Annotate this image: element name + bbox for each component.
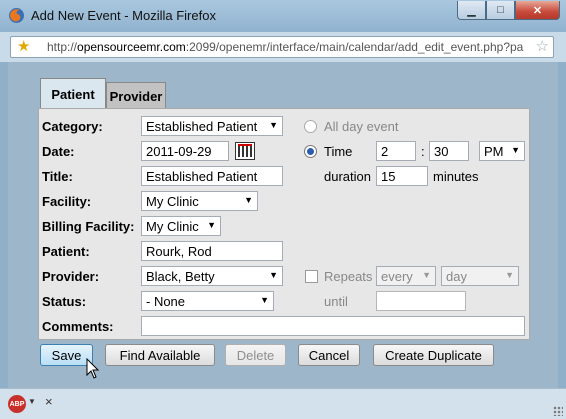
status-value: - None [146,294,186,309]
chevron-down-icon: ▼ [422,270,431,280]
all-day-label: All day event [324,119,399,134]
until-label: until [324,294,348,309]
provider-select[interactable]: Black, Betty ▼ [141,266,283,286]
duration-label: duration [324,169,371,184]
chevron-down-icon: ▼ [260,295,269,305]
duration-input[interactable]: 15 [376,166,428,186]
title-label: Title: [42,169,73,184]
bookmark-star-icon[interactable]: ☆ [536,38,549,56]
time-radio[interactable] [304,145,317,158]
status-select[interactable]: - None ▼ [141,291,274,311]
minutes-label: minutes [433,169,479,184]
window-title: Add New Event - Mozilla Firefox [31,8,216,23]
repeat-unit-value: day [446,269,467,284]
delete-button[interactable]: Delete [225,344,286,366]
minimize-button[interactable]: ▁ [457,1,486,20]
close-button[interactable]: ✕ [515,1,560,20]
maximize-icon: □ [497,4,504,16]
status-bar: ABP ▼ × [0,388,566,419]
adblock-icon[interactable]: ABP [8,395,26,413]
comments-input[interactable] [141,316,525,336]
chevron-down-icon: ▼ [244,195,253,205]
title-input[interactable]: Established Patient [141,166,283,186]
patient-input[interactable]: Rourk, Rod [141,241,283,261]
chevron-down-icon: ▼ [207,220,216,230]
provider-value: Black, Betty [146,269,215,284]
until-input[interactable] [376,291,466,311]
time-label: Time [324,144,353,159]
window-titlebar: Add New Event - Mozilla Firefox ▁ □ ✕ [0,0,566,33]
time-separator: : [421,144,425,159]
minimize-icon: ▁ [467,4,476,17]
ampm-select[interactable]: PM ▼ [479,141,525,161]
facility-label: Facility: [42,194,92,209]
url-prefix: http:// [47,40,78,54]
maximize-button[interactable]: □ [486,1,515,20]
status-label: Status: [42,294,87,309]
mouse-cursor-icon [86,358,100,379]
chevron-down-icon: ▼ [269,270,278,280]
repeat-every-value: every [381,269,413,284]
date-label: Date: [42,144,75,159]
repeat-every-select[interactable]: every ▼ [376,266,436,286]
url-host: opensourceemr.com [77,40,186,54]
cancel-button[interactable]: Cancel [298,344,360,366]
patient-label: Patient: [42,244,90,259]
hour-input[interactable]: 2 [376,141,416,161]
site-identity-icon[interactable]: ★ [17,38,30,56]
address-row: ★ http://opensourceemr.com:2099/openemr/… [0,32,566,62]
window-controls: ▁ □ ✕ [457,1,560,20]
billing-facility-label: Billing Facility: [42,219,135,234]
category-select[interactable]: Established Patient ▼ [141,116,283,136]
billing-facility-select[interactable]: My Clinic ▼ [141,216,221,236]
dialog-content: Patient Provider Category: Date: Title: … [8,62,558,388]
provider-label: Provider: [42,269,100,284]
chevron-down-icon[interactable]: ▼ [28,397,36,406]
chevron-down-icon: ▼ [511,145,520,155]
tab-provider[interactable]: Provider [106,82,166,109]
tab-patient[interactable]: Patient [40,78,106,109]
date-input[interactable]: 2011-09-29 [141,141,229,161]
close-icon: ✕ [532,4,543,17]
address-bar[interactable]: ★ http://opensourceemr.com:2099/openemr/… [10,36,554,58]
billing-facility-value: My Clinic [146,219,199,234]
resize-grip-icon[interactable] [553,406,563,416]
minute-input[interactable]: 30 [429,141,469,161]
find-available-button[interactable]: Find Available [105,344,215,366]
all-day-radio[interactable] [304,120,317,133]
comments-label: Comments: [42,319,114,334]
category-label: Category: [42,119,103,134]
ampm-value: PM [484,144,504,159]
firefox-icon [9,8,24,23]
facility-select[interactable]: My Clinic ▼ [141,191,258,211]
chevron-down-icon: ▼ [269,120,278,130]
event-form-panel: Category: Date: Title: Facility: Billing… [38,108,530,340]
repeat-unit-select[interactable]: day ▼ [441,266,519,286]
category-value: Established Patient [146,119,258,134]
url-text: http://opensourceemr.com:2099/openemr/in… [47,40,525,54]
facility-value: My Clinic [146,194,199,209]
chevron-down-icon: ▼ [505,270,514,280]
calendar-icon[interactable] [235,142,255,160]
repeats-label: Repeats [324,269,373,284]
repeats-checkbox[interactable] [305,270,318,283]
url-path: :2099/openemr/interface/main/calendar/ad… [185,40,524,54]
close-icon[interactable]: × [45,394,53,409]
create-duplicate-button[interactable]: Create Duplicate [373,344,494,366]
